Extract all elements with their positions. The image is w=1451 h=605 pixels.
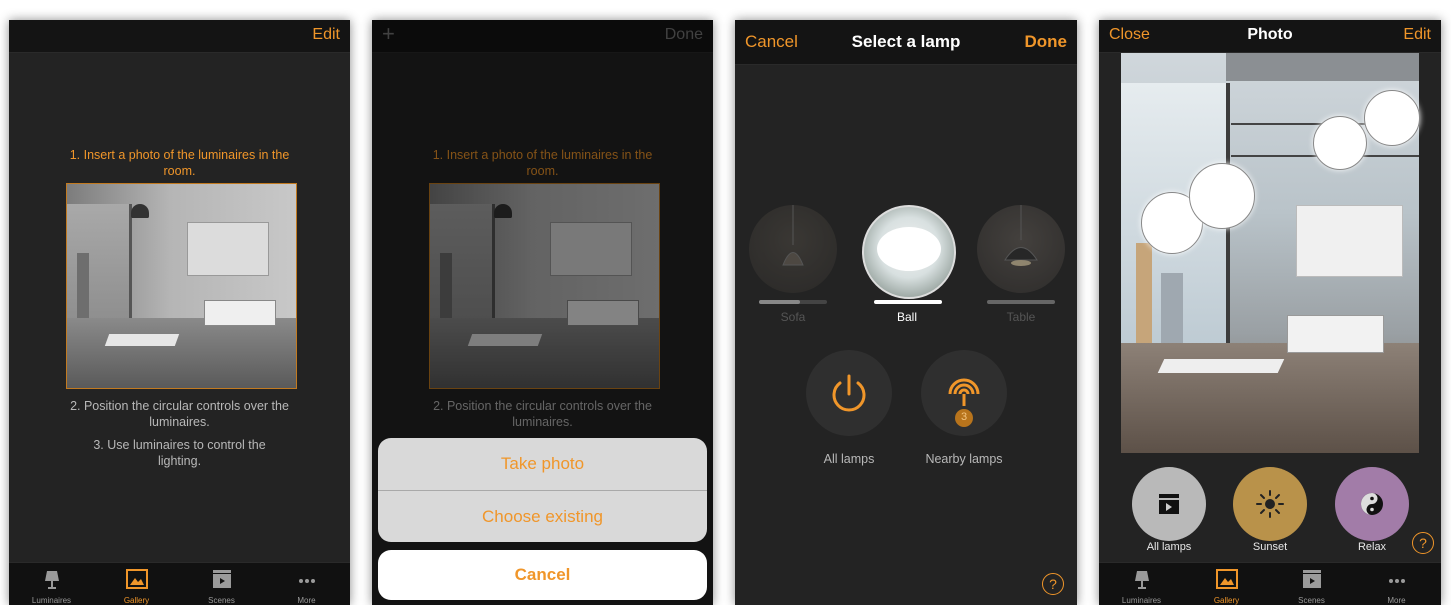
lamp-ball-label: Ball	[896, 310, 917, 324]
gallery-icon	[1215, 569, 1238, 589]
nav-bar: Close Photo Edit	[1099, 20, 1441, 53]
tab-scenes[interactable]: Scenes	[1269, 563, 1354, 605]
instruction-step-2: 2. Position the circular controls over t…	[70, 399, 289, 429]
tab-more[interactable]: More	[264, 563, 349, 605]
lamp-table-label: Table	[1006, 310, 1036, 324]
nav-bar: Edit	[9, 20, 350, 53]
lamp-sofa-level	[759, 300, 800, 304]
yin-yang-icon	[1361, 493, 1383, 515]
instruction-step-3: 3. Use luminaires to control the lightin…	[93, 438, 266, 468]
luminaire-control-2[interactable]	[1189, 163, 1255, 229]
clapperboard-icon	[1302, 570, 1321, 588]
lamp-ball-thumbnail[interactable]	[862, 205, 956, 299]
lamp-sofa-label: Sofa	[780, 310, 806, 324]
gallery-icon	[125, 569, 148, 589]
luminaire-control-4[interactable]	[1364, 90, 1420, 146]
all-lamps-button[interactable]	[806, 350, 892, 436]
lamp-table-thumbnail[interactable]	[977, 205, 1065, 293]
scene-all-lamps-button[interactable]	[1132, 467, 1206, 541]
action-sheet: Take photo Choose existing	[378, 438, 707, 542]
tab-gallery[interactable]: Gallery	[94, 563, 179, 605]
tab-scenes[interactable]: Scenes	[179, 563, 264, 605]
take-photo-button[interactable]: Take photo	[378, 438, 707, 490]
nav-bar: Cancel Select a lamp Done	[735, 20, 1077, 65]
lamp-table-level	[987, 300, 1055, 304]
tab-gallery[interactable]: Gallery	[1184, 563, 1269, 605]
nearby-lamps-label: Nearby lamps	[925, 452, 1003, 466]
screen-select-lamp: Cancel Select a lamp Done Sofa Ball Tabl…	[735, 20, 1077, 605]
scene-all-lamps-label: All lamps	[1146, 541, 1192, 553]
lamp-icon	[1134, 571, 1149, 589]
done-button[interactable]: Done	[1025, 32, 1068, 52]
tab-luminaires[interactable]: Luminaires	[9, 563, 94, 605]
choose-existing-button[interactable]: Choose existing	[378, 491, 707, 542]
sun-icon	[1256, 490, 1284, 518]
all-lamps-label: All lamps	[823, 452, 875, 466]
luminaire-control-3[interactable]	[1313, 116, 1367, 170]
edit-button[interactable]: Edit	[312, 26, 340, 44]
lamp-sofa-level-track	[759, 300, 827, 304]
screen-gallery-empty: Edit 1. Insert a photo of the luminaires…	[9, 20, 350, 605]
tab-more[interactable]: More	[1354, 563, 1439, 605]
tab-bar: Luminaires Gallery Scenes More	[9, 562, 350, 605]
nearby-count-badge: 3	[960, 411, 968, 423]
help-icon[interactable]: ?	[1412, 532, 1434, 554]
page-title: Photo	[1247, 26, 1293, 43]
screen-photo-controls: Close Photo Edit All lamps Sunset Relax …	[1099, 20, 1441, 605]
nearby-lamps-button[interactable]: 3	[921, 350, 1007, 436]
scene-sunset-label: Sunset	[1252, 541, 1288, 553]
more-dots-icon	[1388, 579, 1405, 583]
signal-icon	[948, 378, 980, 427]
scene-relax-button[interactable]	[1335, 467, 1409, 541]
tab-luminaires[interactable]: Luminaires	[1099, 563, 1184, 605]
help-icon[interactable]: ?	[1042, 573, 1064, 595]
tab-bar: Luminaires Gallery Scenes More	[1099, 562, 1441, 605]
scene-relax-label: Relax	[1357, 541, 1387, 553]
clapperboard-icon	[212, 570, 231, 588]
power-icon	[832, 374, 866, 412]
edit-button[interactable]: Edit	[1403, 26, 1431, 44]
example-room-photo	[66, 183, 297, 389]
lamp-icon	[44, 571, 59, 589]
screen-insert-photo-sheet: + Done 1. Insert a photo of the luminair…	[372, 20, 713, 605]
more-dots-icon	[298, 579, 315, 583]
cancel-button[interactable]: Cancel	[378, 550, 707, 600]
lamp-ball-level	[874, 300, 942, 304]
instruction-step-1: 1. Insert a photo of the luminaires in t…	[69, 148, 290, 178]
clapperboard-icon	[1159, 494, 1179, 514]
lamp-sofa-thumbnail[interactable]	[749, 205, 837, 293]
scene-sunset-button[interactable]	[1233, 467, 1307, 541]
